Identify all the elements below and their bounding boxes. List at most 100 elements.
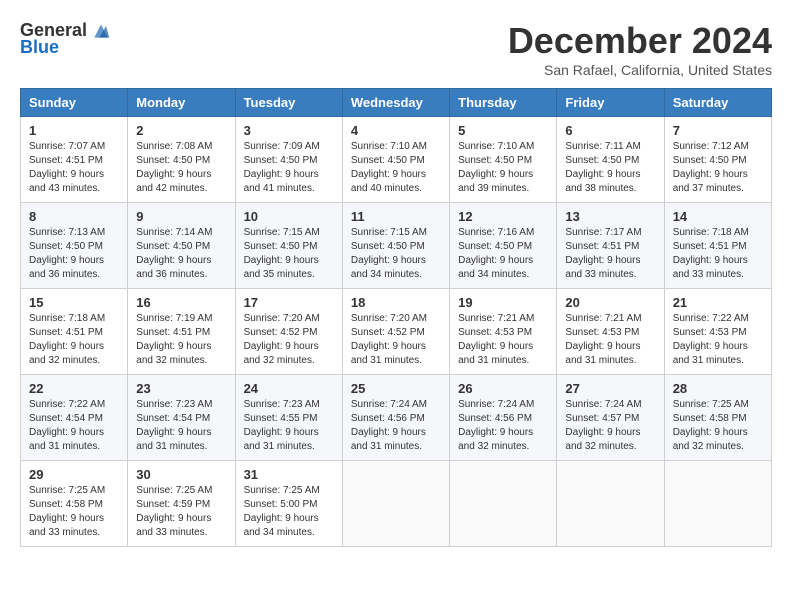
day-info: Sunrise: 7:22 AM Sunset: 4:53 PM Dayligh… (673, 312, 763, 368)
day-number: 9 (136, 209, 226, 224)
day-cell (342, 461, 449, 547)
day-cell: 27 Sunrise: 7:24 AM Sunset: 4:57 PM Dayl… (557, 375, 664, 461)
day-number: 4 (351, 123, 441, 138)
day-cell: 28 Sunrise: 7:25 AM Sunset: 4:58 PM Dayl… (664, 375, 771, 461)
weekday-header-saturday: Saturday (664, 89, 771, 117)
calendar: SundayMondayTuesdayWednesdayThursdayFrid… (20, 88, 772, 547)
day-cell: 13 Sunrise: 7:17 AM Sunset: 4:51 PM Dayl… (557, 203, 664, 289)
day-info: Sunrise: 7:18 AM Sunset: 4:51 PM Dayligh… (673, 226, 763, 282)
day-info: Sunrise: 7:23 AM Sunset: 4:55 PM Dayligh… (244, 398, 334, 454)
day-cell: 23 Sunrise: 7:23 AM Sunset: 4:54 PM Dayl… (128, 375, 235, 461)
day-number: 16 (136, 295, 226, 310)
day-info: Sunrise: 7:13 AM Sunset: 4:50 PM Dayligh… (29, 226, 119, 282)
day-info: Sunrise: 7:15 AM Sunset: 4:50 PM Dayligh… (351, 226, 441, 282)
day-number: 26 (458, 381, 548, 396)
day-info: Sunrise: 7:16 AM Sunset: 4:50 PM Dayligh… (458, 226, 548, 282)
day-number: 8 (29, 209, 119, 224)
weekday-header-tuesday: Tuesday (235, 89, 342, 117)
day-number: 24 (244, 381, 334, 396)
day-cell: 11 Sunrise: 7:15 AM Sunset: 4:50 PM Dayl… (342, 203, 449, 289)
weekday-header-sunday: Sunday (21, 89, 128, 117)
day-number: 10 (244, 209, 334, 224)
logo-icon (91, 21, 111, 41)
day-cell: 8 Sunrise: 7:13 AM Sunset: 4:50 PM Dayli… (21, 203, 128, 289)
location: San Rafael, California, United States (508, 62, 772, 78)
day-cell (557, 461, 664, 547)
day-number: 29 (29, 467, 119, 482)
day-cell: 1 Sunrise: 7:07 AM Sunset: 4:51 PM Dayli… (21, 117, 128, 203)
day-info: Sunrise: 7:10 AM Sunset: 4:50 PM Dayligh… (351, 140, 441, 196)
day-cell: 7 Sunrise: 7:12 AM Sunset: 4:50 PM Dayli… (664, 117, 771, 203)
day-number: 20 (565, 295, 655, 310)
day-info: Sunrise: 7:19 AM Sunset: 4:51 PM Dayligh… (136, 312, 226, 368)
day-cell: 9 Sunrise: 7:14 AM Sunset: 4:50 PM Dayli… (128, 203, 235, 289)
day-number: 21 (673, 295, 763, 310)
day-cell: 26 Sunrise: 7:24 AM Sunset: 4:56 PM Dayl… (450, 375, 557, 461)
day-info: Sunrise: 7:23 AM Sunset: 4:54 PM Dayligh… (136, 398, 226, 454)
week-row-3: 15 Sunrise: 7:18 AM Sunset: 4:51 PM Dayl… (21, 289, 772, 375)
day-info: Sunrise: 7:25 AM Sunset: 4:58 PM Dayligh… (673, 398, 763, 454)
day-cell: 19 Sunrise: 7:21 AM Sunset: 4:53 PM Dayl… (450, 289, 557, 375)
day-number: 6 (565, 123, 655, 138)
day-cell: 10 Sunrise: 7:15 AM Sunset: 4:50 PM Dayl… (235, 203, 342, 289)
day-info: Sunrise: 7:08 AM Sunset: 4:50 PM Dayligh… (136, 140, 226, 196)
day-cell: 16 Sunrise: 7:19 AM Sunset: 4:51 PM Dayl… (128, 289, 235, 375)
day-info: Sunrise: 7:20 AM Sunset: 4:52 PM Dayligh… (351, 312, 441, 368)
day-cell: 25 Sunrise: 7:24 AM Sunset: 4:56 PM Dayl… (342, 375, 449, 461)
week-row-4: 22 Sunrise: 7:22 AM Sunset: 4:54 PM Dayl… (21, 375, 772, 461)
title-section: December 2024 San Rafael, California, Un… (508, 20, 772, 78)
day-info: Sunrise: 7:24 AM Sunset: 4:57 PM Dayligh… (565, 398, 655, 454)
day-number: 27 (565, 381, 655, 396)
day-number: 17 (244, 295, 334, 310)
day-cell (450, 461, 557, 547)
day-cell: 24 Sunrise: 7:23 AM Sunset: 4:55 PM Dayl… (235, 375, 342, 461)
weekday-header-wednesday: Wednesday (342, 89, 449, 117)
day-cell: 6 Sunrise: 7:11 AM Sunset: 4:50 PM Dayli… (557, 117, 664, 203)
day-info: Sunrise: 7:07 AM Sunset: 4:51 PM Dayligh… (29, 140, 119, 196)
day-info: Sunrise: 7:21 AM Sunset: 4:53 PM Dayligh… (458, 312, 548, 368)
logo-blue: Blue (20, 37, 59, 58)
day-number: 2 (136, 123, 226, 138)
day-info: Sunrise: 7:11 AM Sunset: 4:50 PM Dayligh… (565, 140, 655, 196)
day-number: 23 (136, 381, 226, 396)
month-title: December 2024 (508, 20, 772, 62)
day-number: 7 (673, 123, 763, 138)
day-info: Sunrise: 7:18 AM Sunset: 4:51 PM Dayligh… (29, 312, 119, 368)
week-row-5: 29 Sunrise: 7:25 AM Sunset: 4:58 PM Dayl… (21, 461, 772, 547)
day-cell: 20 Sunrise: 7:21 AM Sunset: 4:53 PM Dayl… (557, 289, 664, 375)
day-cell: 14 Sunrise: 7:18 AM Sunset: 4:51 PM Dayl… (664, 203, 771, 289)
day-number: 18 (351, 295, 441, 310)
day-cell: 21 Sunrise: 7:22 AM Sunset: 4:53 PM Dayl… (664, 289, 771, 375)
day-number: 25 (351, 381, 441, 396)
day-number: 31 (244, 467, 334, 482)
day-cell: 30 Sunrise: 7:25 AM Sunset: 4:59 PM Dayl… (128, 461, 235, 547)
day-cell: 2 Sunrise: 7:08 AM Sunset: 4:50 PM Dayli… (128, 117, 235, 203)
day-number: 5 (458, 123, 548, 138)
day-cell: 17 Sunrise: 7:20 AM Sunset: 4:52 PM Dayl… (235, 289, 342, 375)
day-info: Sunrise: 7:10 AM Sunset: 4:50 PM Dayligh… (458, 140, 548, 196)
day-info: Sunrise: 7:15 AM Sunset: 4:50 PM Dayligh… (244, 226, 334, 282)
day-info: Sunrise: 7:25 AM Sunset: 4:58 PM Dayligh… (29, 484, 119, 540)
weekday-header-thursday: Thursday (450, 89, 557, 117)
day-cell: 12 Sunrise: 7:16 AM Sunset: 4:50 PM Dayl… (450, 203, 557, 289)
day-number: 15 (29, 295, 119, 310)
day-info: Sunrise: 7:25 AM Sunset: 5:00 PM Dayligh… (244, 484, 334, 540)
weekday-header-friday: Friday (557, 89, 664, 117)
day-cell: 3 Sunrise: 7:09 AM Sunset: 4:50 PM Dayli… (235, 117, 342, 203)
day-cell: 18 Sunrise: 7:20 AM Sunset: 4:52 PM Dayl… (342, 289, 449, 375)
logo: General Blue (20, 20, 111, 58)
day-cell: 31 Sunrise: 7:25 AM Sunset: 5:00 PM Dayl… (235, 461, 342, 547)
day-info: Sunrise: 7:21 AM Sunset: 4:53 PM Dayligh… (565, 312, 655, 368)
day-cell: 29 Sunrise: 7:25 AM Sunset: 4:58 PM Dayl… (21, 461, 128, 547)
day-info: Sunrise: 7:09 AM Sunset: 4:50 PM Dayligh… (244, 140, 334, 196)
day-number: 14 (673, 209, 763, 224)
weekday-header-monday: Monday (128, 89, 235, 117)
day-number: 11 (351, 209, 441, 224)
day-cell: 15 Sunrise: 7:18 AM Sunset: 4:51 PM Dayl… (21, 289, 128, 375)
day-number: 22 (29, 381, 119, 396)
day-cell (664, 461, 771, 547)
day-number: 30 (136, 467, 226, 482)
day-cell: 4 Sunrise: 7:10 AM Sunset: 4:50 PM Dayli… (342, 117, 449, 203)
day-info: Sunrise: 7:20 AM Sunset: 4:52 PM Dayligh… (244, 312, 334, 368)
day-number: 3 (244, 123, 334, 138)
